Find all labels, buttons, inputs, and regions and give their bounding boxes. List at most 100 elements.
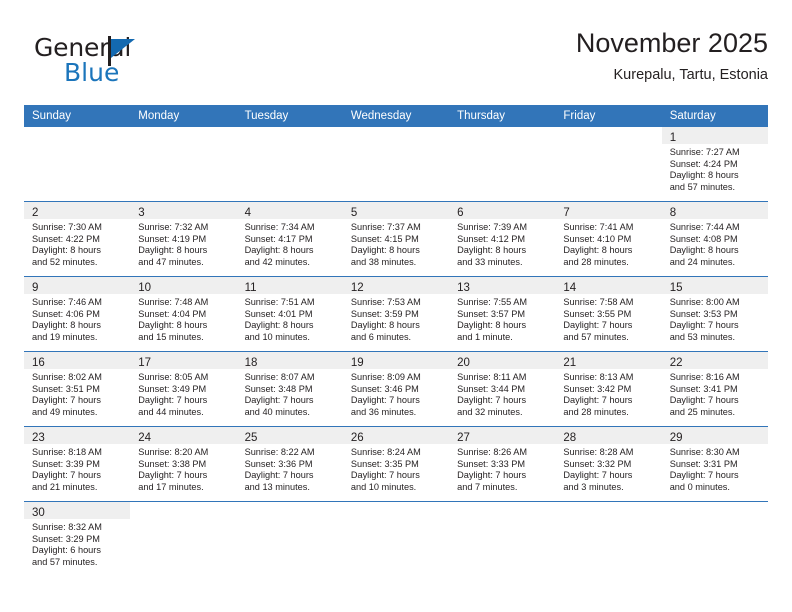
day-cell[interactable]: 22 Sunrise: 8:16 AM Sunset: 3:41 PM Dayligh… <box>661 352 768 426</box>
calendar-cell-day[interactable]: 6 Sunrise: 7:39 AM Sunset: 4:12 PM Daylight… <box>449 201 556 277</box>
calendar-cell-day[interactable]: 30 Sunrise: 8:32 AM Sunset: 3:29 PM Dayligh… <box>24 501 131 576</box>
calendar-cell-day[interactable]: 11 Sunrise: 7:51 AM Sunset: 4:01 PM Dayligh… <box>236 276 343 352</box>
day-cell[interactable]: 15 Sunrise: 8:00 AM Sunset: 3:53 PM Dayligh… <box>661 277 768 351</box>
weekday-header-saturday: Saturday <box>661 105 768 127</box>
daylight-text-line2: and 47 minutes. <box>138 256 204 267</box>
calendar-cell-day[interactable]: 10 Sunrise: 7:48 AM Sunset: 4:04 PM Dayligh… <box>130 276 237 352</box>
day-number-band: 22 <box>661 352 768 369</box>
calendar-cell-day[interactable]: 13 Sunrise: 7:55 AM Sunset: 3:57 PM Dayligh… <box>449 276 556 352</box>
day-cell[interactable]: 1 Sunrise: 7:27 AM Sunset: 4:24 PM Daylight… <box>661 127 768 201</box>
daylight-text-line2: and 42 minutes. <box>244 256 310 267</box>
day-number: 12 <box>350 282 364 294</box>
sunset-text: Sunset: 3:29 PM <box>32 533 100 544</box>
day-details: Sunrise: 8:13 AM Sunset: 3:42 PM Daylight:… <box>555 369 661 418</box>
calendar-cell-day[interactable]: 1 Sunrise: 7:27 AM Sunset: 4:24 PM Daylight… <box>661 127 768 202</box>
calendar-cell-day[interactable]: 3 Sunrise: 7:32 AM Sunset: 4:19 PM Daylight… <box>130 201 237 277</box>
calendar-cell-day[interactable]: 2 Sunrise: 7:30 AM Sunset: 4:22 PM Daylight… <box>24 201 131 277</box>
calendar-cell-day[interactable]: 9 Sunrise: 7:46 AM Sunset: 4:06 PM Daylight… <box>24 276 131 352</box>
sunset-text: Sunset: 4:17 PM <box>244 233 313 244</box>
daylight-text-line2: and 6 minutes. <box>350 331 412 342</box>
calendar-cell-day[interactable]: 28 Sunrise: 8:28 AM Sunset: 3:32 PM Dayligh… <box>555 426 662 502</box>
calendar-cell-day[interactable]: 15 Sunrise: 8:00 AM Sunset: 3:53 PM Dayligh… <box>661 276 768 352</box>
day-number-band: 12 <box>342 277 450 294</box>
day-number-band: 4 <box>236 202 343 219</box>
day-cell[interactable]: 16 Sunrise: 8:02 AM Sunset: 3:51 PM Dayligh… <box>24 352 131 426</box>
day-number: 27 <box>457 432 470 444</box>
calendar-cell-day[interactable]: 14 Sunrise: 7:58 AM Sunset: 3:55 PM Dayligh… <box>555 276 662 352</box>
day-cell[interactable]: 23 Sunrise: 8:18 AM Sunset: 3:39 PM Dayligh… <box>24 427 131 501</box>
day-cell[interactable]: 25 Sunrise: 8:22 AM Sunset: 3:36 PM Dayligh… <box>236 427 343 501</box>
daylight-text-line2: and 49 minutes. <box>32 406 98 417</box>
calendar-cell-day[interactable]: 17 Sunrise: 8:05 AM Sunset: 3:49 PM Dayligh… <box>130 351 237 427</box>
day-cell[interactable]: 27 Sunrise: 8:26 AM Sunset: 3:33 PM Dayligh… <box>449 427 556 501</box>
calendar-cell-empty <box>237 127 343 202</box>
day-number-band: 23 <box>24 427 131 444</box>
day-cell[interactable]: 3 Sunrise: 7:32 AM Sunset: 4:19 PM Daylight… <box>130 202 237 276</box>
general-blue-logo[interactable]: General Blue <box>34 34 214 92</box>
daylight-text-line1: Daylight: 8 hours <box>32 245 101 256</box>
day-number-band: 2 <box>24 202 131 219</box>
calendar-cell-day[interactable]: 4 Sunrise: 7:34 AM Sunset: 4:17 PM Daylight… <box>236 201 343 277</box>
day-cell[interactable]: 17 Sunrise: 8:05 AM Sunset: 3:49 PM Dayligh… <box>130 352 237 426</box>
day-details: Sunrise: 8:24 AM Sunset: 3:35 PM Daylight:… <box>343 444 449 493</box>
day-cell[interactable]: 9 Sunrise: 7:46 AM Sunset: 4:06 PM Daylight… <box>24 277 131 351</box>
day-cell[interactable]: 10 Sunrise: 7:48 AM Sunset: 4:04 PM Dayligh… <box>130 277 237 351</box>
day-cell[interactable]: 8 Sunrise: 7:44 AM Sunset: 4:08 PM Daylight… <box>661 202 768 276</box>
calendar-cell-day[interactable]: 8 Sunrise: 7:44 AM Sunset: 4:08 PM Daylight… <box>661 201 768 277</box>
calendar-cell-day[interactable]: 12 Sunrise: 7:53 AM Sunset: 3:59 PM Dayligh… <box>342 276 450 352</box>
calendar-cell-day[interactable]: 26 Sunrise: 8:24 AM Sunset: 3:35 PM Dayligh… <box>342 426 450 502</box>
calendar-cell-day[interactable]: 7 Sunrise: 7:41 AM Sunset: 4:10 PM Daylight… <box>555 201 662 277</box>
calendar-cell-day[interactable]: 22 Sunrise: 8:16 AM Sunset: 3:41 PM Dayligh… <box>661 351 768 427</box>
day-cell[interactable]: 20 Sunrise: 8:11 AM Sunset: 3:44 PM Dayligh… <box>449 352 556 426</box>
calendar-cell-day[interactable]: 18 Sunrise: 8:07 AM Sunset: 3:48 PM Dayligh… <box>236 351 343 427</box>
day-details: Sunrise: 7:51 AM Sunset: 4:01 PM Daylight:… <box>237 294 343 343</box>
day-cell[interactable]: 13 Sunrise: 7:55 AM Sunset: 3:57 PM Dayligh… <box>449 277 556 351</box>
calendar-cell-day[interactable]: 24 Sunrise: 8:20 AM Sunset: 3:38 PM Dayligh… <box>130 426 237 502</box>
calendar-body: 1 Sunrise: 7:27 AM Sunset: 4:24 PM Daylight… <box>24 127 768 576</box>
calendar-cell-day[interactable]: 5 Sunrise: 7:37 AM Sunset: 4:15 PM Daylight… <box>342 201 450 277</box>
day-details: Sunrise: 8:11 AM Sunset: 3:44 PM Daylight:… <box>449 369 555 418</box>
calendar-cell-empty <box>24 127 130 202</box>
day-cell[interactable]: 18 Sunrise: 8:07 AM Sunset: 3:48 PM Dayligh… <box>236 352 343 426</box>
day-cell[interactable]: 21 Sunrise: 8:13 AM Sunset: 3:42 PM Dayligh… <box>555 352 662 426</box>
calendar-cell-day[interactable]: 21 Sunrise: 8:13 AM Sunset: 3:42 PM Dayligh… <box>555 351 662 427</box>
day-cell[interactable]: 2 Sunrise: 7:30 AM Sunset: 4:22 PM Daylight… <box>24 202 131 276</box>
calendar-cell-day[interactable]: 16 Sunrise: 8:02 AM Sunset: 3:51 PM Dayligh… <box>24 351 131 427</box>
day-number: 8 <box>669 207 677 219</box>
daylight-text-line2: and 19 minutes. <box>32 331 98 342</box>
calendar-cell-day[interactable]: 27 Sunrise: 8:26 AM Sunset: 3:33 PM Dayligh… <box>449 426 556 502</box>
day-details: Sunrise: 8:22 AM Sunset: 3:36 PM Daylight:… <box>237 444 343 493</box>
calendar-cell-empty <box>236 501 343 576</box>
day-cell[interactable]: 11 Sunrise: 7:51 AM Sunset: 4:01 PM Dayligh… <box>236 277 343 351</box>
daylight-text-line1: Daylight: 7 hours <box>457 470 527 481</box>
day-number-band: 8 <box>661 202 768 219</box>
day-cell[interactable]: 24 Sunrise: 8:20 AM Sunset: 3:38 PM Dayligh… <box>130 427 237 501</box>
day-cell[interactable]: 29 Sunrise: 8:30 AM Sunset: 3:31 PM Dayligh… <box>661 427 768 501</box>
day-cell[interactable]: 6 Sunrise: 7:39 AM Sunset: 4:12 PM Daylight… <box>449 202 556 276</box>
sunset-text: Sunset: 3:49 PM <box>138 383 207 394</box>
calendar-cell-day[interactable]: 25 Sunrise: 8:22 AM Sunset: 3:36 PM Dayligh… <box>236 426 343 502</box>
sunset-text: Sunset: 4:04 PM <box>138 308 207 319</box>
day-cell[interactable]: 19 Sunrise: 8:09 AM Sunset: 3:46 PM Dayligh… <box>342 352 450 426</box>
daylight-text-line2: and 0 minutes. <box>669 481 730 492</box>
calendar-cell-day[interactable]: 19 Sunrise: 8:09 AM Sunset: 3:46 PM Dayligh… <box>342 351 450 427</box>
day-cell[interactable]: 26 Sunrise: 8:24 AM Sunset: 3:35 PM Dayligh… <box>342 427 450 501</box>
day-details: Sunrise: 8:05 AM Sunset: 3:49 PM Daylight:… <box>130 369 236 418</box>
day-number: 11 <box>244 282 257 294</box>
day-cell[interactable]: 12 Sunrise: 7:53 AM Sunset: 3:59 PM Dayligh… <box>342 277 450 351</box>
day-cell[interactable]: 28 Sunrise: 8:28 AM Sunset: 3:32 PM Dayligh… <box>555 427 662 501</box>
day-cell[interactable]: 4 Sunrise: 7:34 AM Sunset: 4:17 PM Daylight… <box>236 202 343 276</box>
day-cell[interactable]: 14 Sunrise: 7:58 AM Sunset: 3:55 PM Dayligh… <box>555 277 662 351</box>
calendar-cell-day[interactable]: 29 Sunrise: 8:30 AM Sunset: 3:31 PM Dayligh… <box>661 426 768 502</box>
daylight-text-line1: Daylight: 6 hours <box>32 545 101 556</box>
day-cell[interactable]: 7 Sunrise: 7:41 AM Sunset: 4:10 PM Daylight… <box>555 202 662 276</box>
day-cell[interactable]: 5 Sunrise: 7:37 AM Sunset: 4:15 PM Daylight… <box>342 202 450 276</box>
calendar-cell-day[interactable]: 23 Sunrise: 8:18 AM Sunset: 3:39 PM Dayligh… <box>24 426 131 502</box>
daylight-text-line1: Daylight: 7 hours <box>350 395 420 406</box>
sunrise-text: Sunrise: 7:46 AM <box>32 297 102 307</box>
daylight-text-line1: Daylight: 7 hours <box>244 470 314 481</box>
day-number-band: 16 <box>24 352 131 369</box>
day-cell[interactable]: 30 Sunrise: 8:32 AM Sunset: 3:29 PM Dayligh… <box>24 502 131 576</box>
calendar-cell-day[interactable]: 20 Sunrise: 8:11 AM Sunset: 3:44 PM Dayligh… <box>449 351 556 427</box>
calendar-week-row: 1 Sunrise: 7:27 AM Sunset: 4:24 PM Daylight… <box>24 127 768 202</box>
